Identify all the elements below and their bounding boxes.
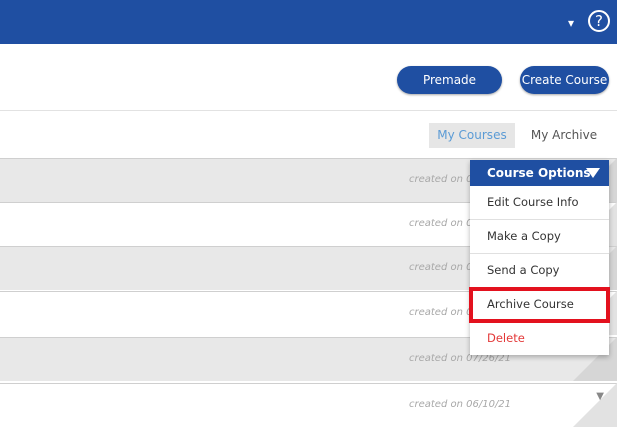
top-bar: ▾ ? — [0, 0, 617, 44]
divider — [0, 110, 617, 111]
help-icon[interactable]: ? — [588, 10, 610, 32]
menu-item-archive-course[interactable]: Archive Course — [469, 287, 610, 323]
created-date: created on 0 — [409, 307, 473, 318]
course-options-header[interactable]: Course Options — [470, 160, 609, 186]
created-date: created on 0 — [409, 174, 473, 185]
course-row[interactable]: created on 06/10/21 ▼ — [0, 383, 617, 427]
row-corner — [573, 383, 617, 427]
course-options-menu: Course Options Edit Course Info Make a C… — [469, 160, 610, 355]
premade-courses-button[interactable]: Premade Courses — [397, 66, 502, 115]
create-course-button[interactable]: Create Course — [520, 66, 609, 94]
tab-my-archive[interactable]: My Archive — [528, 123, 600, 148]
menu-item-edit-course-info[interactable]: Edit Course Info — [470, 186, 609, 220]
account-dropdown-icon[interactable]: ▾ — [568, 17, 574, 29]
menu-item-send-a-copy[interactable]: Send a Copy — [470, 254, 609, 288]
tab-my-courses[interactable]: My Courses — [429, 123, 515, 148]
created-date: created on 06/10/21 — [409, 399, 512, 410]
row-options-arrow-icon[interactable]: ▼ — [596, 391, 604, 402]
triangle-down-icon — [586, 168, 600, 178]
created-date: created on 04 — [409, 218, 479, 229]
menu-item-make-a-copy[interactable]: Make a Copy — [470, 220, 609, 254]
course-options-title: Course Options — [487, 166, 591, 180]
created-date: created on 03 — [409, 262, 479, 273]
menu-item-delete[interactable]: Delete — [470, 322, 609, 355]
